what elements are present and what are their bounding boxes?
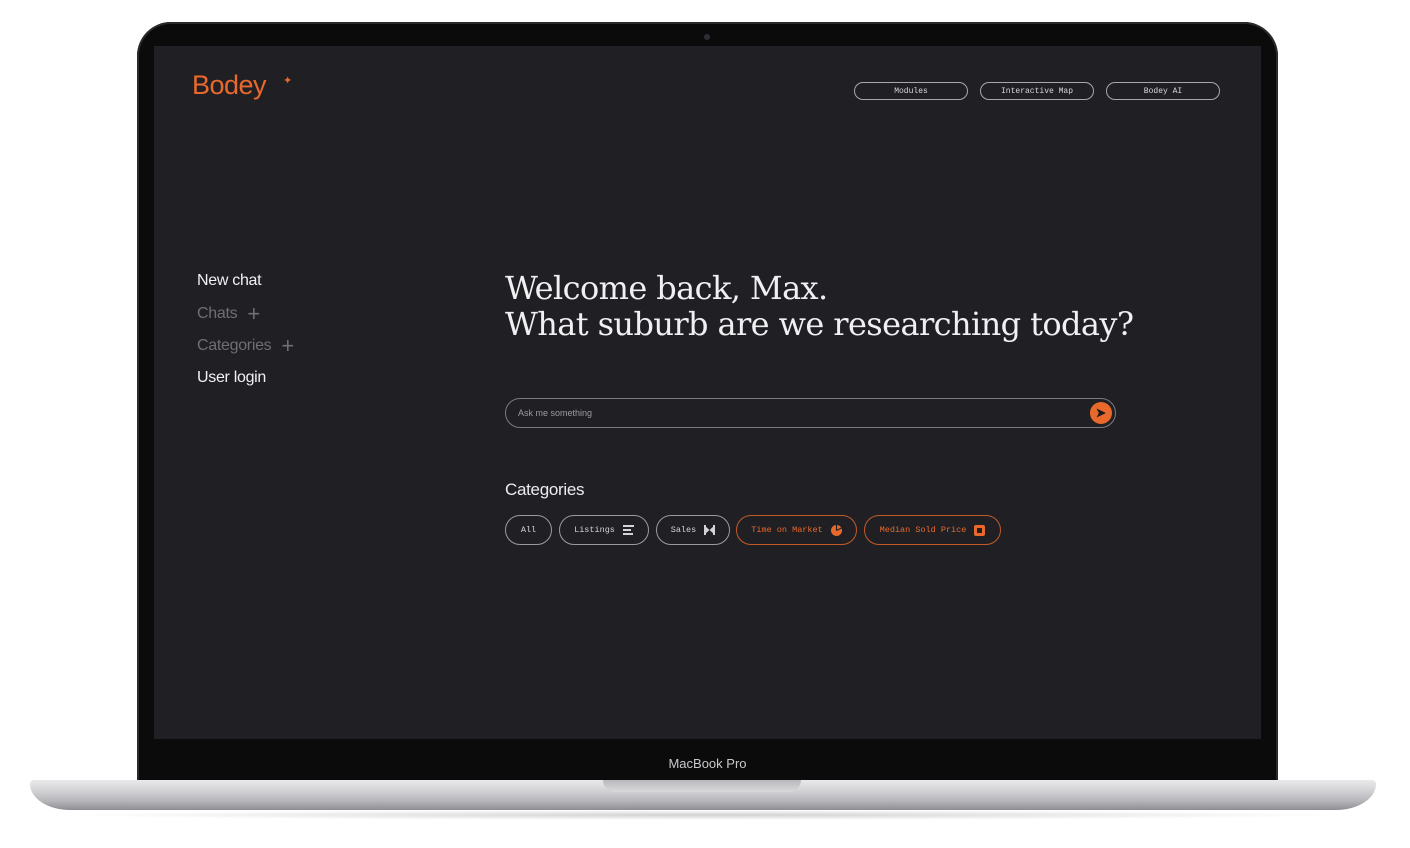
sidebar-item-categories[interactable]: Categories +	[197, 335, 294, 357]
categories-title: Categories	[505, 480, 585, 499]
camera-icon	[704, 34, 710, 40]
chip-label: Time on Market	[751, 525, 823, 535]
laptop-shadow	[60, 810, 1350, 820]
chip-label: Median Sold Price	[879, 525, 967, 535]
chip-label: Sales	[670, 525, 697, 535]
welcome-line: Welcome back, Max.	[505, 269, 828, 307]
send-button[interactable]	[1090, 402, 1112, 424]
pie-icon	[830, 524, 842, 536]
plus-icon[interactable]: +	[281, 335, 294, 357]
plus-icon[interactable]: +	[247, 303, 260, 325]
sidebar-item-chats[interactable]: Chats +	[197, 303, 260, 325]
ask-search-bar[interactable]	[505, 398, 1116, 428]
nav-bodey-ai-button[interactable]: Bodey AI	[1106, 82, 1220, 100]
square-icon	[974, 524, 986, 536]
send-arrow-icon	[1096, 408, 1106, 418]
category-chip-median-sold-price[interactable]: Median Sold Price	[864, 515, 1001, 545]
chip-label: Listings	[574, 525, 615, 535]
category-chip-time-on-market[interactable]: Time on Market	[736, 515, 857, 545]
sidebar-item-label: New chat	[197, 272, 262, 289]
sidebar-item-label: Chats	[197, 305, 238, 322]
app-logo[interactable]: Bodey	[192, 70, 267, 101]
nav-interactive-map-button[interactable]: Interactive Map	[980, 82, 1094, 100]
ask-input[interactable]	[518, 405, 1078, 421]
welcome-heading: Welcome back, Max. What suburb are we re…	[505, 269, 1134, 343]
laptop-notch	[603, 780, 801, 792]
sidebar-item-label: Categories	[197, 337, 272, 354]
category-chip-sales[interactable]: Sales	[656, 515, 730, 545]
category-chip-all[interactable]: All	[505, 515, 552, 545]
sidebar-item-user-login[interactable]: User login	[197, 369, 266, 387]
sidebar-item-label: User login	[197, 369, 267, 386]
chip-label: All	[520, 525, 537, 535]
logo-spark-icon: ✦	[283, 75, 293, 87]
category-chip-listings[interactable]: Listings	[559, 515, 649, 545]
sidebar-item-new-chat[interactable]: New chat	[197, 272, 262, 290]
nav-modules-button[interactable]: Modules	[854, 82, 968, 100]
question-line: What suburb are we researching today?	[505, 305, 1134, 343]
device-label: MacBook Pro	[668, 756, 747, 771]
bowtie-icon	[704, 525, 716, 535]
app-screen: Bodey ✦ Modules Interactive Map Bodey AI…	[154, 46, 1261, 739]
bars-icon	[622, 525, 634, 535]
